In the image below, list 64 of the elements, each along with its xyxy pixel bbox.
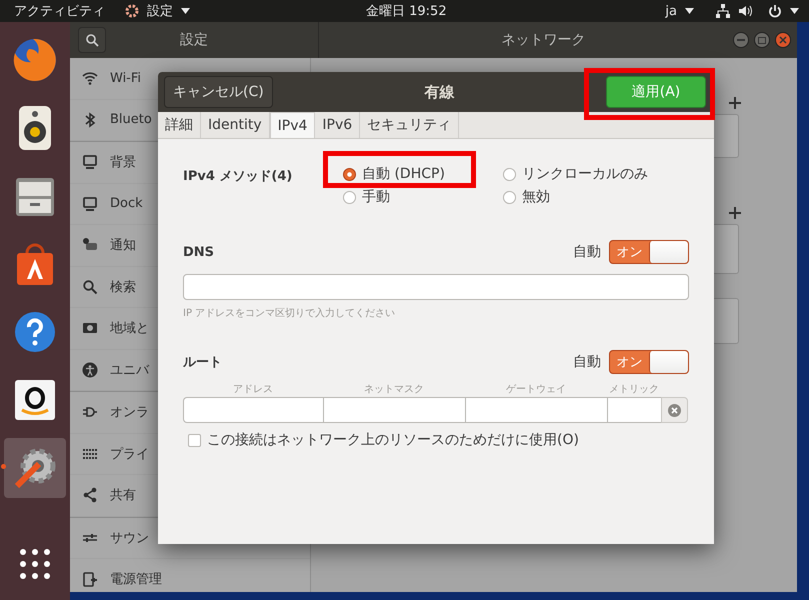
volume-icon[interactable] [738, 4, 752, 18]
caret-icon [790, 8, 799, 14]
close-icon [779, 36, 787, 44]
network-icon[interactable] [716, 4, 730, 18]
panel-title: ネットワーク [500, 31, 586, 49]
column-header: ゲートウェイ [505, 383, 567, 396]
radio-option[interactable]: 手動 [343, 188, 390, 206]
close-button[interactable] [775, 32, 791, 48]
input-field[interactable] [183, 274, 689, 300]
radio-option[interactable]: リンクローカルのみ [503, 165, 648, 183]
app-grid-icon [19, 548, 51, 580]
input-field[interactable] [183, 397, 323, 423]
gear-icon [125, 4, 139, 18]
column-header: アドレス [232, 383, 274, 396]
auto-label: 自動 [573, 243, 601, 261]
tab[interactable]: セキュリティ [360, 112, 460, 138]
minimize-button[interactable] [733, 32, 749, 48]
plus-icon [729, 207, 741, 219]
clock[interactable]: 金曜日 19:52 [366, 2, 447, 20]
tab[interactable]: IPv6 [315, 112, 360, 138]
checkbox-option[interactable]: この接続はネットワーク上のリソースのためだけに使用(O) [188, 431, 689, 449]
wifi-icon [82, 70, 98, 86]
caret-icon [181, 8, 190, 14]
input-field[interactable] [323, 397, 465, 423]
shopping-icon [13, 378, 57, 422]
tab[interactable]: IPv4 [270, 112, 316, 138]
app-menu[interactable]: 設定 [147, 2, 173, 20]
browser-icon [12, 37, 58, 83]
tab[interactable]: 詳細 [158, 112, 201, 138]
section-title: ルート [183, 354, 222, 371]
search-icon [85, 33, 99, 47]
maximize-button[interactable] [754, 32, 770, 48]
radio-option[interactable]: 無効 [503, 188, 550, 206]
checkbox[interactable] [188, 434, 201, 446]
caret-icon [685, 8, 694, 14]
activities-button[interactable]: アクティビティ [14, 2, 105, 20]
accessibility-icon [82, 362, 98, 378]
column-header: ネットマスク [363, 383, 425, 396]
hint-text: IP アドレスをコンマ区切りで入力してください [183, 306, 396, 320]
window-title: 設定 [179, 31, 209, 49]
radio-option[interactable]: 自動 (DHCP) [343, 165, 445, 183]
monitor-icon [82, 196, 98, 212]
input-method-menu[interactable]: ja [665, 4, 677, 18]
clear-button[interactable] [661, 397, 688, 423]
auto-label: 自動 [573, 353, 601, 371]
monitor-icon [82, 154, 98, 170]
plus-icon [729, 97, 741, 109]
maximize-icon [758, 36, 766, 44]
power-icon[interactable] [768, 4, 782, 18]
sidebar-item[interactable]: 電源管理 [70, 559, 310, 600]
share-icon [82, 487, 98, 504]
input-field[interactable] [465, 397, 607, 423]
search-icon [82, 278, 98, 295]
search-button[interactable] [78, 27, 106, 53]
cancel-button[interactable]: キャンセル(C) [164, 76, 273, 108]
battery-plug-icon [82, 571, 98, 588]
help-icon [13, 310, 57, 354]
column-header: メトリック [608, 383, 660, 396]
method-label: IPv4 メソッド(4) [183, 168, 294, 186]
minimize-icon [737, 39, 745, 41]
clear-icon [668, 404, 681, 416]
dialog-title: 有線 [423, 82, 456, 102]
section-title: DNS [183, 244, 214, 260]
input-field[interactable] [607, 397, 661, 423]
